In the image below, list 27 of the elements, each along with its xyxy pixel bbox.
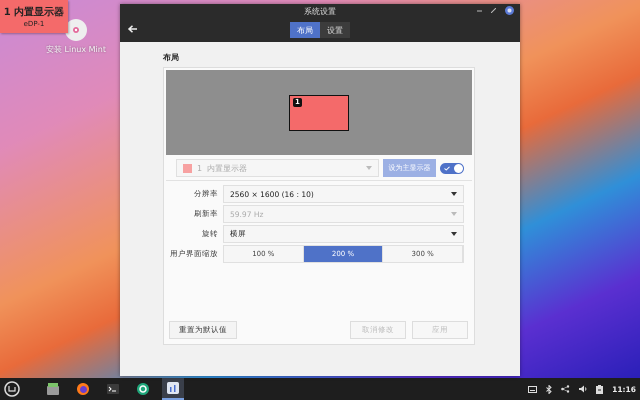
browser-icon[interactable] bbox=[76, 382, 90, 396]
volume-icon[interactable] bbox=[579, 385, 588, 393]
caret-icon bbox=[451, 232, 457, 236]
check-icon bbox=[444, 166, 450, 170]
monitor-name: 内置显示器 bbox=[207, 162, 248, 174]
minimize-icon[interactable] bbox=[477, 8, 482, 13]
taskbar-app[interactable] bbox=[162, 378, 184, 400]
maximize-icon[interactable] bbox=[491, 8, 496, 13]
section-title: 布局 bbox=[163, 52, 180, 63]
terminal-icon[interactable] bbox=[106, 382, 120, 396]
monitor-number: 1 bbox=[197, 164, 202, 172]
enable-switch[interactable] bbox=[440, 162, 464, 174]
menu-icon[interactable] bbox=[4, 381, 20, 397]
tab[interactable]: 设置 bbox=[320, 22, 350, 38]
back-arrow-icon[interactable] bbox=[128, 25, 137, 33]
keyboard-icon[interactable] bbox=[528, 386, 538, 392]
window-title: 系统设置 bbox=[304, 6, 336, 16]
network-icon[interactable] bbox=[561, 385, 570, 393]
caret-icon bbox=[451, 192, 457, 196]
display-name: 1 内置显示器 bbox=[4, 6, 64, 19]
caret-icon bbox=[366, 166, 372, 170]
bluetooth-icon[interactable] bbox=[546, 384, 552, 394]
tab[interactable]: 布局 bbox=[290, 22, 320, 38]
gear-icon[interactable] bbox=[136, 382, 150, 396]
folder-icon[interactable] bbox=[46, 382, 60, 396]
close-icon[interactable] bbox=[505, 6, 514, 15]
caret-icon bbox=[451, 212, 457, 216]
